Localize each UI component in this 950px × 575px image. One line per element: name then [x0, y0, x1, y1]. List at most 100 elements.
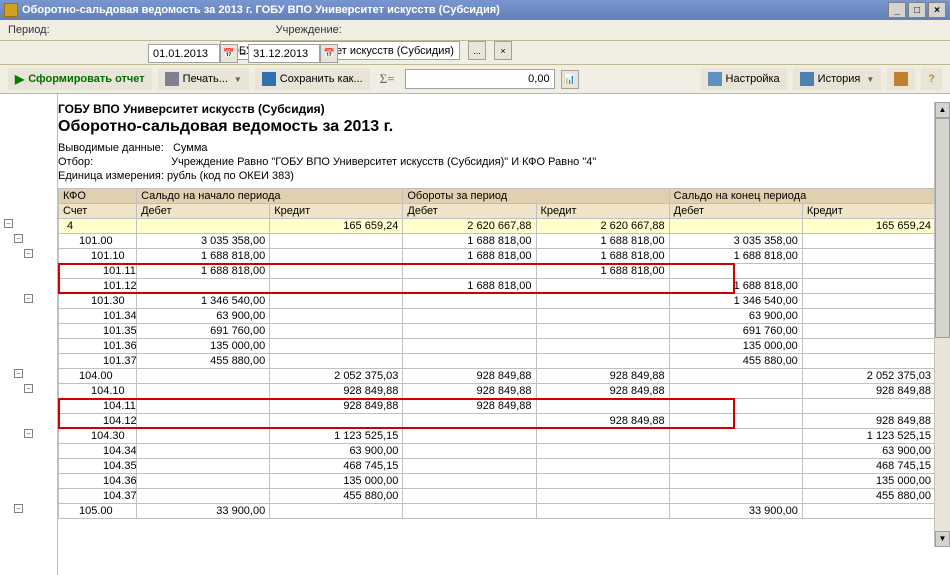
sum-calc-button[interactable]: 📊	[561, 70, 579, 89]
table-row[interactable]: 101.301 346 540,001 346 540,00	[59, 294, 936, 309]
cell: 63 900,00	[270, 444, 403, 459]
restore-button[interactable]: □	[908, 2, 926, 18]
sum-input[interactable]	[405, 69, 555, 89]
table-row[interactable]: 104.301 123 525,151 123 525,15	[59, 429, 936, 444]
cell: 135 000,00	[270, 474, 403, 489]
tree-toggle[interactable]: −	[14, 504, 23, 513]
filter-value: Учреждение Равно "ГОБУ ВПО Университет и…	[171, 156, 596, 168]
tree-toggle[interactable]: −	[24, 294, 33, 303]
table-row[interactable]: 105.0033 900,0033 900,00	[59, 504, 936, 519]
printer-icon	[165, 72, 179, 86]
table-row[interactable]: 101.36135 000,00135 000,00	[59, 339, 936, 354]
scroll-up-button[interactable]: ▲	[935, 102, 950, 118]
cell: 165 659,24	[270, 219, 403, 234]
cell	[137, 399, 270, 414]
table-row[interactable]: 101.003 035 358,001 688 818,001 688 818,…	[59, 234, 936, 249]
cell: 101.36	[59, 339, 137, 354]
institution-select-button[interactable]: ...	[468, 41, 486, 60]
cell	[270, 294, 403, 309]
cell	[669, 384, 802, 399]
cell	[270, 264, 403, 279]
cell: 1 688 818,00	[137, 249, 270, 264]
cell: 1 688 818,00	[536, 249, 669, 264]
table-row[interactable]: 104.002 052 375,03928 849,88928 849,882 …	[59, 369, 936, 384]
table-row[interactable]: 101.37455 880,00455 880,00	[59, 354, 936, 369]
institution-clear-button[interactable]: ×	[494, 41, 512, 60]
close-button[interactable]: ×	[928, 2, 946, 18]
cell	[536, 429, 669, 444]
tree-toggle[interactable]: −	[24, 429, 33, 438]
play-icon: ▶	[15, 72, 24, 86]
filter-line: Отбор: Учреждение Равно "ГОБУ ВПО Универ…	[58, 156, 942, 168]
cell	[403, 294, 536, 309]
cell: 468 745,15	[802, 459, 935, 474]
cell	[536, 279, 669, 294]
cell: 63 900,00	[669, 309, 802, 324]
cell: 928 849,88	[270, 399, 403, 414]
table-row[interactable]: 101.121 688 818,001 688 818,00	[59, 279, 936, 294]
tree-toggle[interactable]: −	[14, 369, 23, 378]
tree-toggle[interactable]: −	[24, 384, 33, 393]
tool-icon	[894, 72, 908, 86]
cell	[669, 369, 802, 384]
cell: 455 880,00	[137, 354, 270, 369]
settings-button[interactable]: Настройка	[701, 68, 787, 90]
history-icon	[800, 72, 814, 86]
table-row[interactable]: 104.37455 880,00455 880,00	[59, 489, 936, 504]
table-row[interactable]: 101.35691 760,00691 760,00	[59, 324, 936, 339]
cell	[137, 429, 270, 444]
cell: 468 745,15	[270, 459, 403, 474]
scroll-down-button[interactable]: ▼	[935, 531, 950, 547]
tree-line	[0, 441, 57, 456]
date-to-input[interactable]	[248, 44, 320, 63]
report-title: Оборотно-сальдовая ведомость за 2013 г.	[58, 118, 942, 136]
date-from-picker-icon[interactable]: 📅	[220, 44, 238, 63]
cell	[403, 354, 536, 369]
settings-icon	[708, 72, 722, 86]
cell: 455 880,00	[802, 489, 935, 504]
cell: 928 849,88	[403, 369, 536, 384]
tree-line: −	[0, 426, 57, 441]
print-button[interactable]: Печать... ▼	[158, 68, 249, 90]
tool-extra-1[interactable]	[887, 68, 915, 90]
save-as-button[interactable]: Сохранить как...	[255, 68, 370, 90]
cell: 2 620 667,88	[403, 219, 536, 234]
minimize-button[interactable]: _	[888, 2, 906, 18]
table-row[interactable]: 104.11928 849,88928 849,88	[59, 399, 936, 414]
sigma-icon: Σ=	[376, 71, 399, 87]
cell: 1 688 818,00	[536, 264, 669, 279]
org-name: ГОБУ ВПО Университет искусств (Субсидия)	[58, 102, 942, 116]
cell: 104.00	[59, 369, 137, 384]
scroll-thumb[interactable]	[935, 118, 950, 338]
table-row[interactable]: 104.12928 849,88928 849,88	[59, 414, 936, 429]
table-row[interactable]: 104.35 468 745,15 468 745,15	[59, 459, 936, 474]
date-to-picker-icon[interactable]: 📅	[320, 44, 338, 63]
table-row[interactable]: 104.3463 900,0063 900,00	[59, 444, 936, 459]
vertical-scrollbar[interactable]: ▲ ▼	[934, 102, 950, 547]
parameter-bar: Период: 📅 – 📅 Учреждение:	[0, 20, 950, 41]
table-row[interactable]: 4165 659,242 620 667,882 620 667,88165 6…	[59, 219, 936, 234]
window-title: Оборотно-сальдовая ведомость за 2013 г. …	[22, 4, 886, 16]
tree-toggle[interactable]: −	[4, 219, 13, 228]
help-button[interactable]: ?	[921, 68, 942, 90]
table-row[interactable]: 101.111 688 818,001 688 818,00	[59, 264, 936, 279]
tree-toggle[interactable]: −	[24, 249, 33, 258]
cell	[536, 444, 669, 459]
settings-label: Настройка	[726, 73, 780, 85]
form-report-button[interactable]: ▶ Сформировать отчет	[8, 68, 152, 90]
cell: 928 849,88	[536, 384, 669, 399]
table-row[interactable]: 104.10928 849,88928 849,88928 849,88928 …	[59, 384, 936, 399]
cell: 101.00	[59, 234, 137, 249]
table-row[interactable]: 101.3463 900,0063 900,00	[59, 309, 936, 324]
cell: 101.34	[59, 309, 137, 324]
cell	[536, 324, 669, 339]
cell: 2 052 375,03	[802, 369, 935, 384]
cell: 105.00	[59, 504, 137, 519]
cell	[669, 219, 802, 234]
cell: 104.35	[59, 459, 137, 474]
table-row[interactable]: 101.101 688 818,001 688 818,001 688 818,…	[59, 249, 936, 264]
history-button[interactable]: История ▼	[793, 68, 882, 90]
table-row[interactable]: 104.36135 000,00135 000,00	[59, 474, 936, 489]
date-from-input[interactable]	[148, 44, 220, 63]
tree-toggle[interactable]: −	[14, 234, 23, 243]
